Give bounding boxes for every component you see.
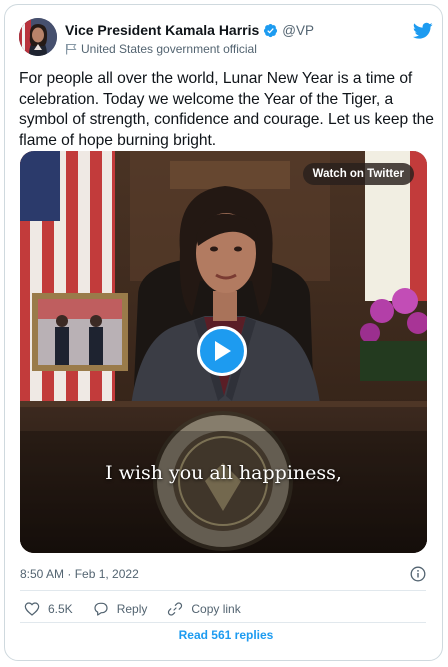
tweet-text: For people all over the world, Lunar New… [19, 70, 434, 149]
copy-link-button[interactable]: Copy link [167, 601, 241, 617]
tweet-timestamp[interactable]: 8:50 AM · Feb 1, 2022 [20, 567, 139, 581]
like-count: 6.5K [48, 602, 73, 616]
author-display-name[interactable]: Vice President Kamala Harris [65, 22, 259, 38]
reply-label: Reply [116, 602, 148, 616]
timestamp-row: 8:50 AM · Feb 1, 2022 [20, 566, 426, 583]
reply-button[interactable]: Reply [93, 601, 148, 617]
video-caption: I wish you all happiness, [105, 462, 342, 484]
government-label-row: United States government official [65, 42, 257, 56]
divider [20, 622, 426, 623]
play-icon [215, 341, 231, 361]
twitter-bird-icon[interactable] [413, 22, 433, 40]
read-replies-link[interactable]: Read 561 replies [20, 628, 432, 642]
link-icon [168, 602, 183, 616]
like-button[interactable]: 6.5K [24, 601, 73, 617]
divider [20, 590, 426, 591]
avatar[interactable] [19, 18, 57, 56]
video-player[interactable]: Watch on Twitter I wish you all happines… [20, 151, 427, 553]
tweet-actions: 6.5K Reply Copy link [24, 600, 261, 618]
tweet-header: Vice President Kamala Harris @VP United … [19, 18, 433, 62]
watch-on-twitter-button[interactable]: Watch on Twitter [302, 163, 414, 185]
author-handle[interactable]: @VP [282, 23, 314, 38]
copy-link-label: Copy link [191, 602, 241, 616]
verified-badge-icon [264, 23, 278, 37]
tweet-card: Vice President Kamala Harris @VP United … [4, 4, 443, 661]
heart-icon [24, 602, 40, 616]
play-button[interactable] [197, 326, 247, 376]
government-label[interactable]: United States government official [81, 42, 257, 56]
author-name-row: Vice President Kamala Harris @VP [65, 22, 314, 38]
government-flag-icon [66, 44, 77, 55]
info-icon[interactable] [410, 566, 426, 582]
reply-icon [94, 602, 108, 616]
